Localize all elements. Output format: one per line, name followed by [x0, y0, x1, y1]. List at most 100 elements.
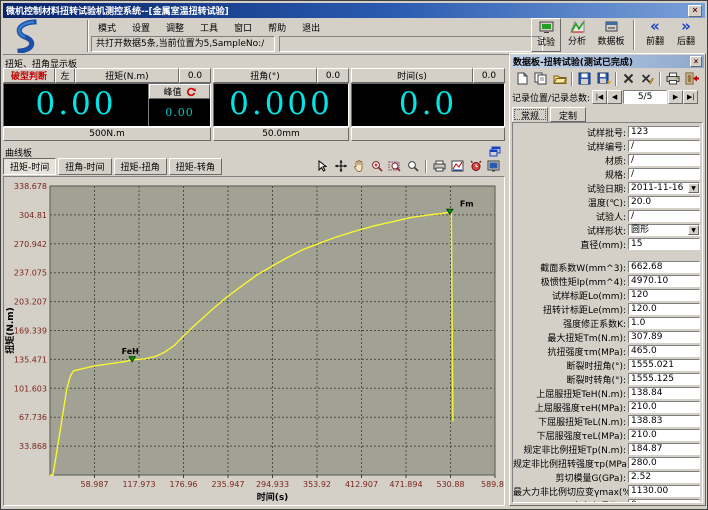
menu-item-6[interactable]: 帮助 [265, 20, 289, 34]
field-input[interactable]: 1555.021 [628, 359, 700, 371]
field-input[interactable]: 20.0 [628, 196, 700, 208]
field-input[interactable]: 2011-11-16▼ [628, 182, 700, 194]
field-input[interactable]: 15 [628, 238, 700, 250]
curve-tab-2[interactable]: 扭角-时间 [58, 158, 111, 175]
field-input[interactable]: 662.68 [628, 261, 700, 273]
window-titlebar: 微机控制材料扭转试验机测控系统--[金属室温扭转试验] × [3, 3, 705, 18]
field-input[interactable]: 138.84 [628, 387, 700, 399]
menu-item-5[interactable]: 窗口 [231, 20, 255, 34]
next-page-button[interactable]: » 后翻 [671, 18, 701, 52]
new-document-icon[interactable] [514, 71, 529, 86]
analysis-button[interactable]: 分析 [562, 18, 592, 52]
field-input[interactable]: 4970.10 [628, 275, 700, 287]
field-input[interactable]: 1130.00 [628, 485, 700, 497]
field-input[interactable]: 184.87 [628, 443, 700, 455]
form-row: 试验日期:2011-11-16▼ [513, 181, 700, 195]
direction-left-button[interactable]: 左 [55, 68, 75, 83]
menu-item-2[interactable]: 设置 [129, 20, 153, 34]
display-mode-icon[interactable] [486, 159, 501, 173]
torque-header: 扭矩(N.m) [75, 68, 179, 83]
test-button[interactable]: 试验 [531, 18, 561, 52]
form-row: 断裂时扭角(°):1555.021 [513, 358, 700, 372]
crosshair-icon[interactable] [333, 159, 348, 173]
angle-corner-value: 0.0 [317, 68, 349, 83]
menu-item-4[interactable]: 工具 [197, 20, 221, 34]
clear-record-icon[interactable] [640, 71, 655, 86]
save-as-icon[interactable] [596, 71, 611, 86]
next-page-label: 后翻 [677, 34, 695, 47]
svg-text:时间(s): 时间(s) [257, 491, 289, 503]
prev-record-button[interactable]: ◀ [607, 90, 622, 104]
field-input[interactable]: / [628, 210, 700, 222]
menu-item-1[interactable]: 模式 [95, 20, 119, 34]
field-input[interactable]: 138.83 [628, 415, 700, 427]
field-input[interactable]: 2.52 [628, 471, 700, 483]
field-label: 材质: [513, 154, 628, 167]
next-record-button[interactable]: ▶ [668, 90, 683, 104]
field-input[interactable]: 0 [628, 499, 700, 503]
form-row: 试样形状:圆形▼ [513, 223, 700, 237]
curve-tab-4[interactable]: 扭矩-转角 [169, 158, 222, 175]
form-row: 温度(℃):20.0 [513, 195, 700, 209]
zoom-region-icon[interactable] [387, 159, 402, 173]
curve-tab-1[interactable]: 扭矩-时间 [3, 158, 56, 175]
break-detect-button[interactable]: 破型判断 [3, 68, 55, 83]
specimen-fields: 试样批号:123试样编号:/材质:/规格:/试验日期:2011-11-16▼温度… [513, 125, 700, 251]
last-record-button[interactable]: ▶| [683, 90, 698, 104]
prev-page-button[interactable]: « 前翻 [640, 18, 670, 52]
print-chart-icon[interactable] [432, 159, 447, 173]
field-input[interactable]: 1.0 [628, 317, 700, 329]
field-input[interactable]: 210.0 [628, 429, 700, 441]
first-record-button[interactable]: |◀ [592, 90, 607, 104]
field-input[interactable]: 465.0 [628, 345, 700, 357]
menu-item-3[interactable]: 调整 [163, 20, 187, 34]
copy-icon[interactable] [533, 71, 548, 86]
angle-range-label: 50.0mm [213, 127, 349, 141]
field-input[interactable]: 307.89 [628, 331, 700, 343]
form-row: 下屈服扭矩TeL(N.m):138.83 [513, 414, 700, 428]
field-input[interactable]: 120.0 [628, 303, 700, 315]
delete-record-icon[interactable] [621, 71, 636, 86]
field-input[interactable]: 1555.125 [628, 373, 700, 385]
zoom-in-icon[interactable] [369, 159, 384, 173]
field-input[interactable]: / [628, 140, 700, 152]
test-monitor-icon [539, 21, 554, 34]
alarm-icon[interactable] [468, 159, 483, 173]
chevron-down-icon[interactable]: ▼ [688, 183, 699, 193]
torque-value: 0.00 [4, 84, 148, 126]
data-tab-1[interactable]: 常规 [512, 107, 548, 122]
open-folder-icon[interactable] [552, 71, 567, 86]
form-row: 自定义项目1:0 [513, 498, 700, 503]
cursor-icon[interactable] [315, 159, 330, 173]
data-tab-2[interactable]: 定制 [550, 107, 586, 122]
svg-text:135.471: 135.471 [14, 355, 47, 364]
result-fields: 截面系数W(mm^3):662.68极惯性矩Ip(mm^4):4970.10试样… [513, 260, 700, 503]
datapad-button[interactable]: 数据板 [593, 18, 629, 52]
chevron-down-icon[interactable]: ▼ [688, 225, 699, 235]
field-input[interactable]: 圆形▼ [628, 224, 700, 236]
field-input[interactable]: 123 [628, 126, 700, 138]
save-icon[interactable] [577, 71, 592, 86]
close-icon[interactable]: × [688, 5, 702, 17]
toolbar-separator [633, 20, 635, 50]
refresh-peak-icon[interactable] [186, 87, 196, 97]
restore-window-icon[interactable] [489, 146, 501, 157]
curve-style-icon[interactable] [450, 159, 465, 173]
field-input[interactable]: 120 [628, 289, 700, 301]
curve-tab-3[interactable]: 扭矩-扭角 [114, 158, 167, 175]
pan-hand-icon[interactable] [351, 159, 366, 173]
print-icon[interactable] [665, 71, 680, 86]
field-label: 下屈服扭矩TeL(N.m): [513, 415, 628, 428]
field-input[interactable]: 280.0 [628, 457, 700, 469]
menu-item-7[interactable]: 退出 [299, 20, 323, 34]
close-icon[interactable]: × [690, 56, 702, 67]
zoom-out-icon[interactable] [405, 159, 420, 173]
form-row: 规定非比例扭转强度τp(MPa):280.0 [513, 456, 700, 470]
field-label: 试样形状: [513, 224, 628, 237]
field-label: 抗扭强度τm(MPa): [513, 345, 628, 358]
field-input[interactable]: / [628, 168, 700, 180]
field-input[interactable]: 210.0 [628, 401, 700, 413]
field-label: 上屈服扭矩TeH(N.m): [513, 387, 628, 400]
exit-icon[interactable] [684, 71, 699, 86]
field-input[interactable]: / [628, 154, 700, 166]
